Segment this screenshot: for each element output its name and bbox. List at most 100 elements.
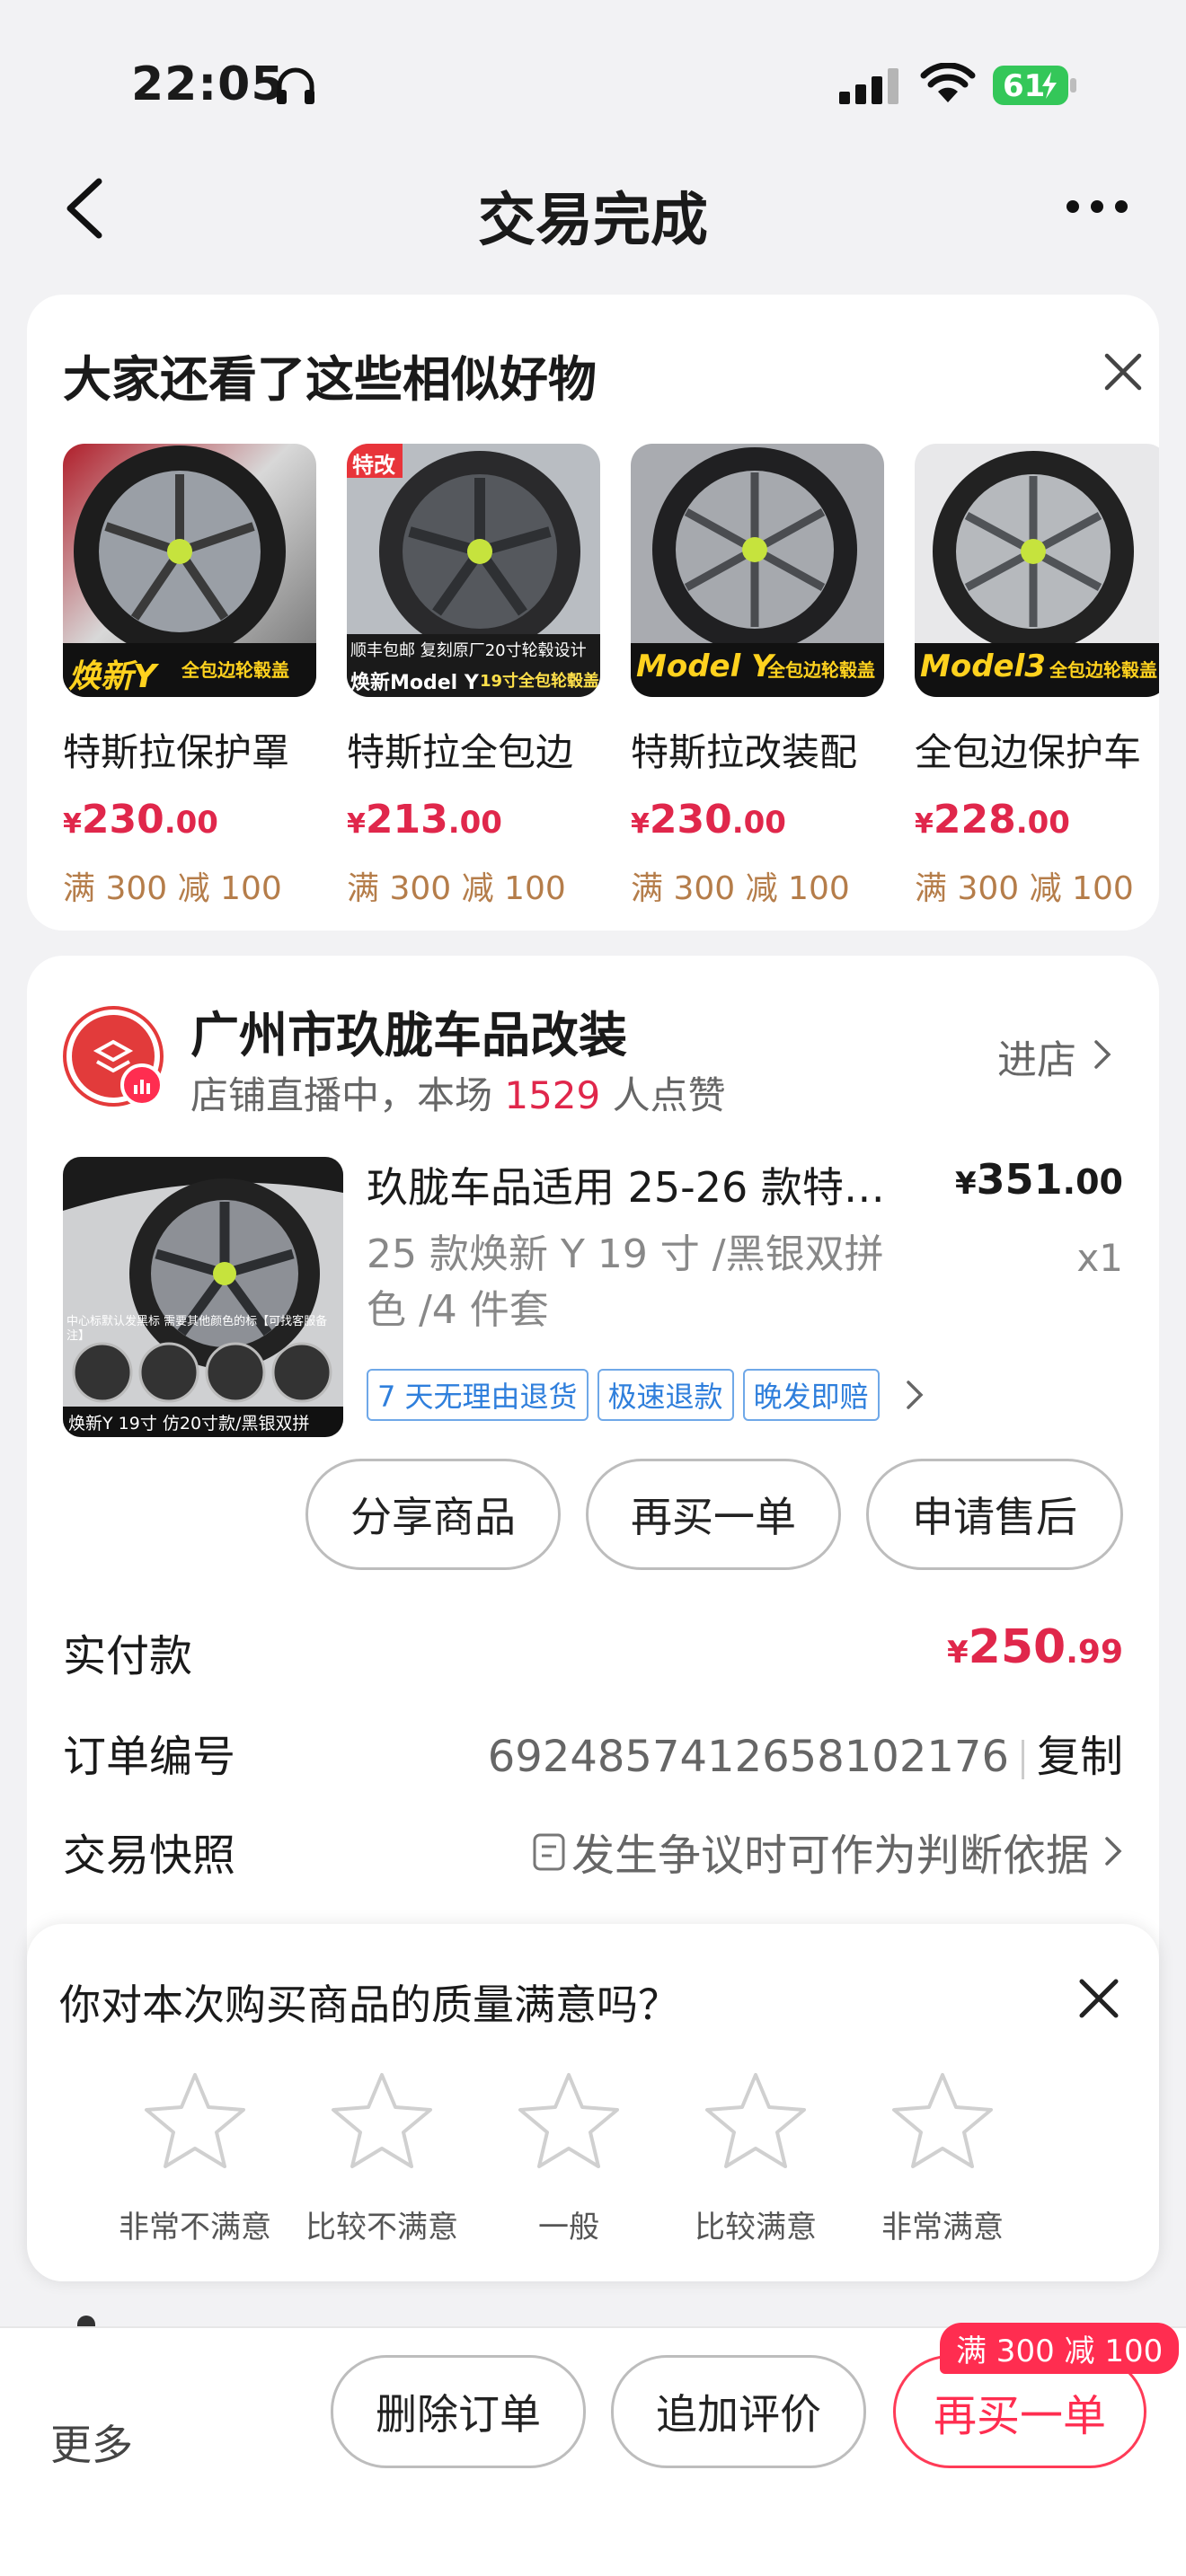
rating-option-2[interactable]: 比较不满意 [305,2069,458,2246]
snapshot-row[interactable]: 交易快照 发生争议时可作为判断依据 [63,1820,1123,1883]
more-button[interactable]: 更多 [50,2413,133,2472]
product-price: ¥213.00 [347,797,502,842]
order-number-value: 6924857412658102176 [487,1732,1009,1782]
image-banner: Model Y [636,648,774,684]
rating-question: 你对本次购买商品的质量满意吗？ [59,1981,679,2029]
status-bar: 22:05 61 [0,0,1186,144]
star-icon [332,2073,432,2168]
rating-popup: 你对本次购买商品的质量满意吗？ 非常不满意 比较不满意 一般 比较满意 非常满意 [27,1924,1159,2281]
service-tag: 晚发即赔 [742,1369,880,1421]
chevron-right-icon [1105,1837,1122,1866]
star-icon [705,2073,806,2168]
product-promo: 满 300 减 100 [915,870,1134,907]
image-banner: 焕新Y [68,658,157,695]
rating-label: 非常满意 [881,2210,1004,2245]
more-options-icon[interactable] [1064,196,1130,217]
status-time: 22:05 [131,57,285,111]
product-price: ¥230.00 [631,797,786,842]
star-icon [892,2073,993,2168]
star-icon [145,2073,245,2168]
similar-product-card[interactable]: 特改 顺丰包邮 复刻原厂20寸轮毂设计 焕新Model Y 19寸全包轮毂盖 特… [347,444,600,909]
service-tag: 7 天无理由退货 [367,1369,589,1421]
rating-option-3[interactable]: 一般 [492,2069,645,2246]
rebuy-button[interactable]: 再买一单 [586,1459,841,1570]
product-name: 特斯拉全包边 [347,730,574,774]
rating-option-1[interactable]: 非常不满意 [119,2069,271,2246]
rating-label: 比较不满意 [305,2210,458,2245]
copy-button[interactable]: 复制 [1037,1732,1123,1782]
similar-product-card[interactable]: Model Y 全包边轮毂盖 特斯拉改装配 ¥230.00 满 300 减 10… [631,444,884,909]
shop-live-status: 店铺直播中，本场 1529 人点赞 [190,1073,726,1117]
battery-level: 61 [1003,68,1046,104]
cellular-signal-icon [839,68,898,104]
rating-option-4[interactable]: 比较满意 [679,2069,832,2246]
rating-label: 比较满意 [695,2210,817,2245]
product-price: ¥230.00 [63,797,218,842]
wheel-image [63,1157,343,1437]
image-tag: 特改 [352,453,395,478]
order-item-image[interactable]: 中心标默认发黑标 需要其他颜色的标【可找客服备注】 焕新Y 19寸 仿20寸款/… [63,1157,343,1437]
snapshot-link[interactable]: 发生争议时可作为判断依据 [532,1820,1123,1883]
paid-label: 实付款 [63,1631,193,1681]
similar-product-card[interactable]: Model3 全包边轮毂盖 全包边保护车 ¥228.00 满 300 减 100 [915,444,1159,909]
similar-items-card: 大家还看了这些相似好物 焕新Y 全包边轮毂盖 特斯拉保护罩 ¥230.00 满 … [27,295,1159,931]
product-name: 特斯拉保护罩 [63,730,290,774]
shop-name[interactable]: 广州市玖胧车品改装 [190,995,627,1066]
document-icon [533,1833,565,1871]
similar-product-card[interactable]: 焕新Y 全包边轮毂盖 特斯拉保护罩 ¥230.00 满 300 减 100 [63,444,316,909]
order-number-row: 订单编号 6924857412658102176 复制 [63,1721,1123,1784]
product-promo: 满 300 减 100 [63,870,282,907]
add-review-button[interactable]: 追加评价 [611,2355,866,2468]
image-banner: 焕新Model Y [350,672,479,694]
image-note: 中心标默认发黑标 需要其他颜色的标【可找客服备注】 [66,1315,328,1343]
product-image: 特改 顺丰包邮 复刻原厂20寸轮毂设计 焕新Model Y 19寸全包轮毂盖 [347,444,600,697]
page-title: 交易完成 [478,188,708,254]
paid-amount: ¥250.99 [947,1620,1123,1674]
order-number-value-group: 6924857412658102176 复制 [488,1721,1123,1784]
order-item-spec: 25 款焕新 Y 19 寸 /黑银双拼色 /4 件套 [367,1231,884,1333]
image-caption: 焕新Y 19寸 仿20寸款/黑银双拼 [68,1414,310,1434]
rating-label: 非常不满意 [119,2210,271,2245]
snapshot-label: 交易快照 [63,1831,236,1881]
enter-shop-link[interactable]: 进店 [997,1028,1076,1085]
product-promo: 满 300 减 100 [631,870,850,907]
star-icon [518,2073,619,2168]
wifi-icon [920,63,976,102]
rating-option-5[interactable]: 非常满意 [866,2069,1019,2246]
product-name: 特斯拉改装配 [631,730,858,774]
close-icon[interactable] [1076,1976,1121,2021]
product-image: Model Y 全包边轮毂盖 [631,444,884,697]
share-product-button[interactable]: 分享商品 [305,1459,561,1570]
after-sale-button[interactable]: 申请售后 [866,1459,1123,1570]
image-sub: 全包边轮毂盖 [181,659,289,681]
nav-bar: 交易完成 [0,162,1186,254]
chevron-right-icon[interactable] [905,1379,925,1411]
promo-badge: 满 300 减 100 [940,2323,1180,2374]
delete-order-button[interactable]: 删除订单 [331,2355,586,2468]
order-card: 广州市玖胧车品改装 店铺直播中，本场 1529 人点赞 进店 中心标默认发黑标 … [27,956,1159,2033]
similar-title: 大家还看了这些相似好物 [63,351,597,408]
image-banner: Model3 [920,648,1046,684]
bottom-action-bar: 更多 删除订单 追加评价 再买一单 满 300 减 100 [0,2323,1186,2576]
close-icon[interactable] [1102,350,1145,393]
headphones-icon [277,67,314,104]
paid-row: 实付款 ¥250.99 [63,1620,1123,1683]
image-sub: 全包边轮毂盖 [767,659,875,681]
service-tag: 极速退款 [597,1369,734,1421]
divider [1021,1740,1024,1779]
shop-avatar[interactable] [63,1006,164,1107]
service-tags[interactable]: 7 天无理由退货 极速退款 晚发即赔 [367,1369,925,1421]
product-image: 焕新Y 全包边轮毂盖 [63,444,316,697]
chevron-right-icon[interactable] [1093,1038,1112,1071]
order-item-title[interactable]: 玖胧车品适用 25-26 款特… [367,1155,933,1214]
image-top-text: 顺丰包邮 复刻原厂20寸轮毂设计 [350,641,587,660]
order-item-price: ¥351.00 [954,1155,1123,1204]
product-promo: 满 300 减 100 [347,870,566,907]
product-image: Model3 全包边轮毂盖 [915,444,1159,697]
image-sub: 19寸全包轮毂盖 [480,672,600,691]
product-price: ¥228.00 [915,797,1070,842]
order-number-label: 订单编号 [63,1732,236,1782]
rating-label: 一般 [538,2210,599,2245]
order-item-quantity: x1 [1076,1236,1123,1280]
product-name: 全包边保护车 [915,730,1142,774]
